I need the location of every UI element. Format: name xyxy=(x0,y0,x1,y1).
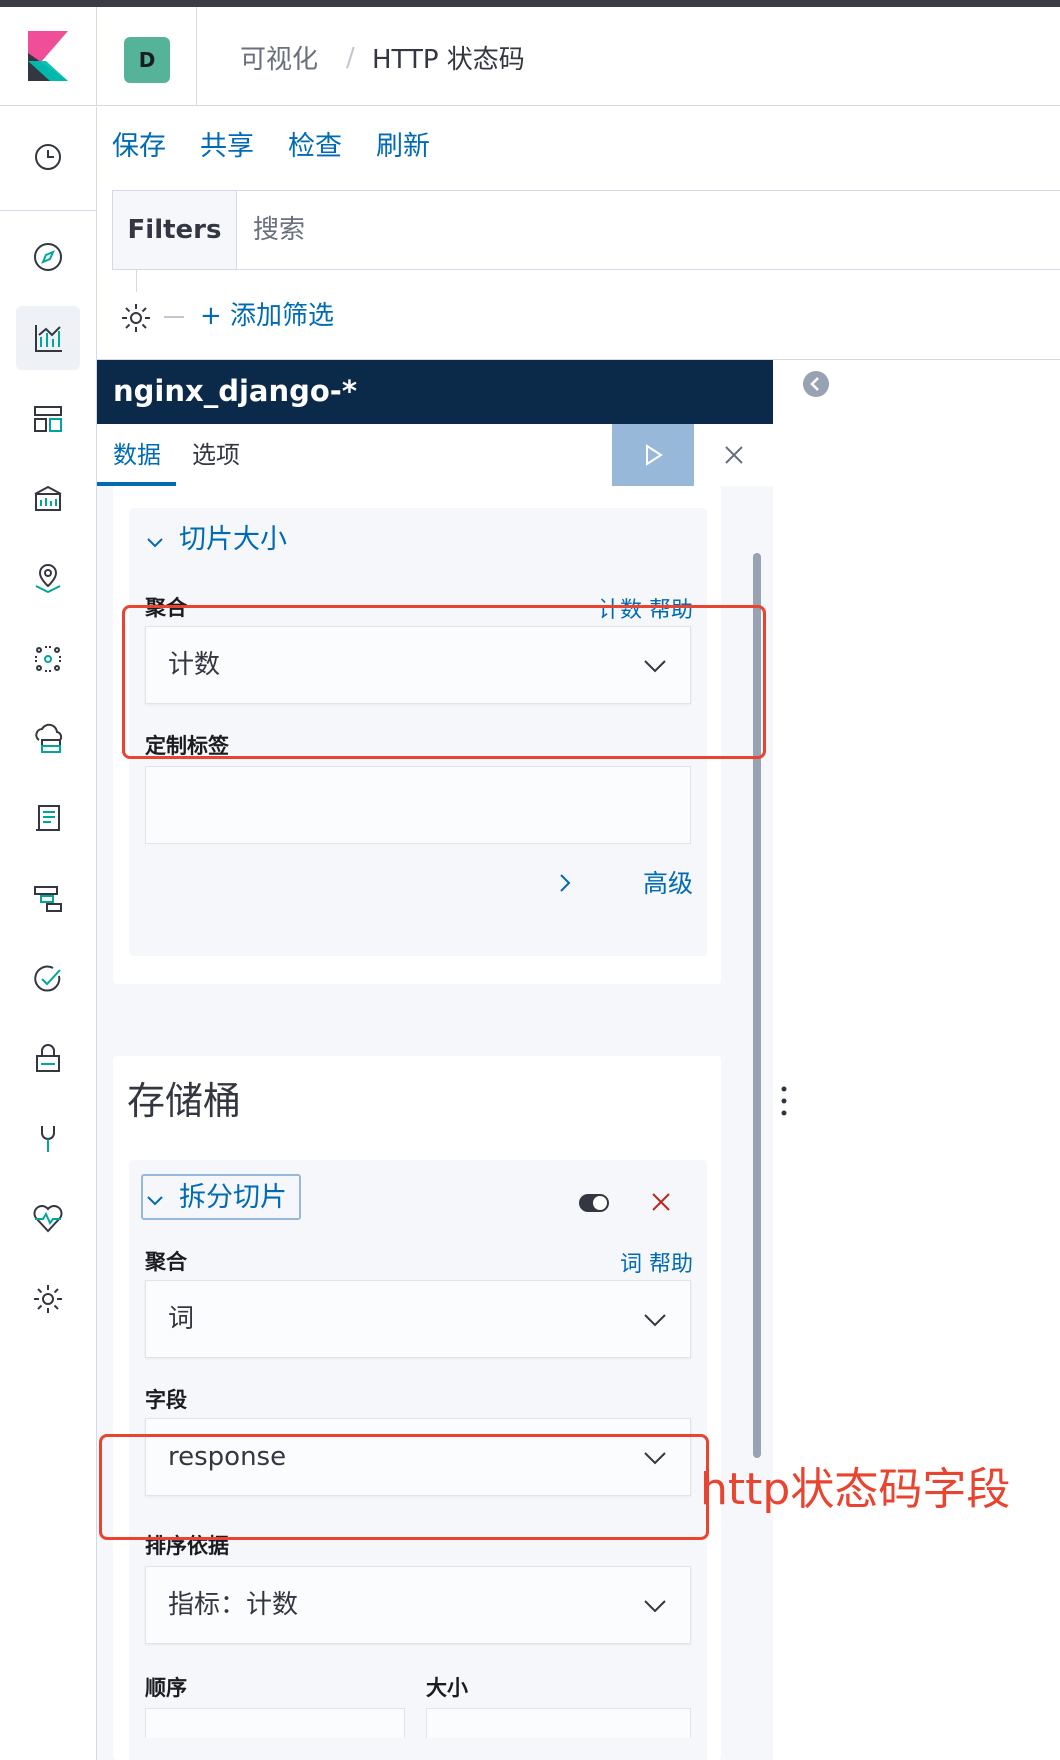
remove-aggregation-icon[interactable] xyxy=(647,1188,675,1216)
chevron-down-icon[interactable] xyxy=(145,1190,165,1210)
index-pattern-title: nginx_django-* xyxy=(97,360,773,424)
buckets-card: 存储桶 拆分切片 聚合 词 帮助 词 字段 response 排序依据 指标：计… xyxy=(113,1056,721,1760)
nav-apm[interactable] xyxy=(16,867,80,931)
nav-visualize[interactable] xyxy=(16,306,80,370)
nav-monitoring[interactable] xyxy=(16,1187,80,1251)
add-filter-button[interactable]: + 添加筛选 xyxy=(200,296,334,336)
chevron-down-icon xyxy=(644,1314,666,1327)
aggregation-label: 聚合 xyxy=(145,1250,187,1274)
dashboard-icon xyxy=(34,406,62,432)
order-by-select[interactable]: 指标：计数 xyxy=(145,1566,691,1644)
resize-handle-icon[interactable] xyxy=(780,1085,788,1117)
bucket-aggregation-value: 词 xyxy=(168,1304,195,1334)
editor-tabs: 数据 选项 xyxy=(97,424,773,486)
top-nav-menu: 保存 共享 检查 刷新 xyxy=(97,107,1060,189)
bucket-accordion-title[interactable]: 拆分切片 xyxy=(179,1178,287,1218)
annotation-box-aggregation xyxy=(122,605,766,759)
annotation-box-field xyxy=(99,1434,709,1540)
nav-dashboard[interactable] xyxy=(16,387,80,451)
tab-data[interactable]: 数据 xyxy=(113,424,161,486)
nav-management[interactable] xyxy=(16,1267,80,1331)
space-avatar[interactable]: D xyxy=(124,37,170,83)
collapse-sidebar-icon[interactable] xyxy=(802,370,830,398)
inspect-button[interactable]: 检查 xyxy=(288,127,342,167)
custom-label-input[interactable] xyxy=(145,766,691,844)
nav-separator xyxy=(0,210,96,211)
tab-options[interactable]: 选项 xyxy=(192,424,240,486)
nav-siem[interactable] xyxy=(16,1027,80,1091)
order-label: 顺序 xyxy=(145,1676,187,1700)
uptime-icon xyxy=(34,965,61,992)
visualization-editor-panel: nginx_django-* 数据 选项 切片大小 聚合 计数 帮助 计数 定制… xyxy=(97,360,773,1760)
filter-options-gear-icon[interactable] xyxy=(118,300,154,336)
nav-logs[interactable] xyxy=(16,787,80,851)
nav-canvas[interactable] xyxy=(16,467,80,531)
query-bar: Filters xyxy=(112,190,1060,270)
apm-icon xyxy=(34,886,62,912)
lock-icon xyxy=(36,1044,60,1072)
refresh-button[interactable]: 刷新 xyxy=(376,127,430,167)
order-by-value: 指标：计数 xyxy=(168,1590,299,1620)
aggregation-help-link[interactable]: 词 帮助 xyxy=(620,1246,693,1278)
chevron-right-icon xyxy=(560,874,571,892)
app-header: D 可视化 / HTTP 状态码 xyxy=(0,7,1060,106)
maps-icon xyxy=(35,564,61,594)
side-nav xyxy=(0,107,97,1760)
search-input[interactable] xyxy=(253,191,953,269)
discard-button[interactable] xyxy=(714,424,754,486)
nav-ml[interactable] xyxy=(16,627,80,691)
field-label: 字段 xyxy=(145,1388,187,1412)
heart-pulse-icon xyxy=(33,1205,63,1233)
breadcrumb-visualize[interactable]: 可视化 xyxy=(240,43,318,77)
save-button[interactable]: 保存 xyxy=(112,127,166,167)
clock-icon xyxy=(35,144,61,170)
toggle-aggregation-switch[interactable] xyxy=(579,1194,609,1212)
kibana-logo-icon[interactable] xyxy=(28,31,68,81)
size-input[interactable] xyxy=(426,1708,691,1738)
ml-icon xyxy=(35,646,61,672)
apply-changes-button[interactable] xyxy=(612,424,694,486)
canvas-icon xyxy=(34,485,62,511)
chevron-down-icon[interactable] xyxy=(145,532,165,552)
filter-dash xyxy=(164,316,184,318)
play-icon xyxy=(646,444,663,466)
header-divider xyxy=(96,7,97,106)
nav-recent[interactable] xyxy=(16,125,80,189)
nav-maps[interactable] xyxy=(16,547,80,611)
compass-icon xyxy=(34,243,62,271)
nav-discover[interactable] xyxy=(16,225,80,289)
order-select[interactable] xyxy=(145,1708,405,1738)
advanced-toggle[interactable]: 高级 xyxy=(643,864,693,900)
logs-icon xyxy=(36,805,60,831)
share-button[interactable]: 共享 xyxy=(200,127,254,167)
buckets-title: 存储桶 xyxy=(127,1079,242,1123)
window-top-strip xyxy=(0,0,1060,7)
header-divider xyxy=(196,7,197,106)
breadcrumb-separator: / xyxy=(346,43,355,73)
nav-dev-tools[interactable] xyxy=(16,1107,80,1171)
metric-accordion-title[interactable]: 切片大小 xyxy=(179,520,287,560)
annotation-label: http状态码字段 xyxy=(700,1464,1011,1515)
nav-uptime[interactable] xyxy=(16,947,80,1011)
close-icon xyxy=(725,446,743,464)
infrastructure-icon xyxy=(35,723,63,753)
filters-button[interactable]: Filters xyxy=(113,191,237,269)
visualize-icon xyxy=(35,325,62,352)
bucket-aggregation-select[interactable]: 词 xyxy=(145,1280,691,1358)
wrench-icon xyxy=(41,1126,55,1152)
breadcrumb-current: HTTP 状态码 xyxy=(372,45,525,75)
filter-connector xyxy=(136,270,137,292)
size-label: 大小 xyxy=(426,1676,468,1700)
nav-infrastructure[interactable] xyxy=(16,707,80,771)
gear-icon xyxy=(34,1285,62,1313)
chevron-down-icon xyxy=(644,1600,666,1613)
